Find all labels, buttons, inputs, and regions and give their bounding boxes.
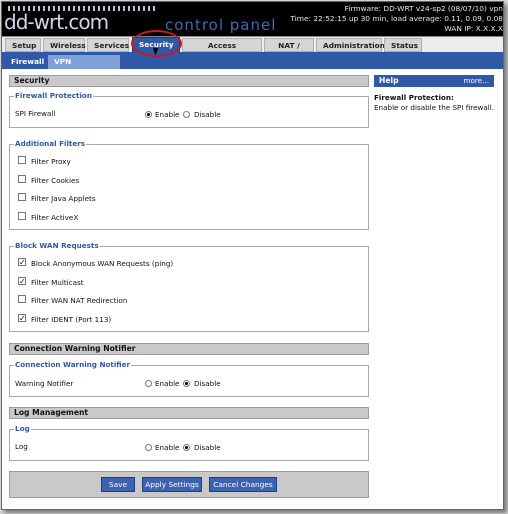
log-legend: Log (14, 424, 31, 434)
connection-warning-legend: Connection Warning Notifier (14, 360, 132, 370)
subtab-firewall[interactable]: Firewall (5, 55, 45, 69)
firewall-protection-legend: Firewall Protection (14, 91, 93, 101)
filter-wan-nat-redirection-label: Filter WAN NAT Redirection (31, 296, 128, 305)
filter-multicast-checkbox[interactable]: ✓ (18, 277, 26, 286)
tab-services[interactable]: Services (87, 38, 129, 52)
block-anonymous-wan-checkbox[interactable]: ✓ (18, 258, 26, 267)
spi-firewall-enable-label: Enable (155, 110, 180, 119)
control-panel-title: control panel (165, 16, 277, 34)
help-more-link[interactable]: more... (464, 75, 489, 87)
block-wan-requests-legend: Block WAN Requests (14, 241, 100, 251)
filter-wan-nat-redirection-checkbox[interactable] (18, 295, 26, 303)
save-button[interactable]: Save (101, 477, 135, 492)
additional-filters-legend: Additional Filters (14, 139, 87, 149)
help-title: Help (379, 76, 399, 85)
filter-proxy-label: Filter Proxy (31, 157, 71, 166)
spi-firewall-enable-radio[interactable] (145, 111, 152, 118)
warning-notifier-enable-radio[interactable] (145, 380, 152, 387)
warning-notifier-disable-radio[interactable] (183, 380, 190, 387)
cancel-changes-button[interactable]: Cancel Changes (209, 477, 277, 492)
connection-warning-section-title: Connection Warning Notifier (9, 343, 369, 355)
log-disable-label: Disable (194, 443, 221, 452)
time-text: Time: 22:52:15 up 30 min, load average: … (290, 14, 503, 23)
filter-ident-label: Filter IDENT (Port 113) (31, 315, 112, 324)
tab-administration[interactable]: Administration (316, 38, 385, 52)
action-bar: Save Apply Settings Cancel Changes (9, 471, 369, 498)
log-label: Log (15, 442, 28, 451)
warning-notifier-label: Warning Notifier (15, 379, 74, 388)
help-text: Enable or disable the SPI firewall. (374, 103, 495, 112)
warning-notifier-enable-label: Enable (155, 379, 180, 388)
apply-settings-button[interactable]: Apply Settings (142, 477, 202, 492)
spi-firewall-disable-radio[interactable] (183, 111, 190, 118)
wan-ip-text: WAN IP: X.X.X.X (444, 24, 503, 33)
log-group: Log Log Enable Disable (9, 424, 369, 461)
help-header: Help more... (374, 75, 494, 87)
log-disable-radio[interactable] (183, 444, 190, 451)
filter-activex-label: Filter ActiveX (31, 213, 79, 222)
tab-access-restrictions[interactable]: Access Restrictions (182, 38, 262, 64)
connection-warning-group: Connection Warning Notifier Warning Noti… (9, 360, 369, 397)
filter-java-applets-checkbox[interactable] (18, 193, 26, 201)
system-info: Firmware: DD-WRT v24-sp2 (08/07/10) vpn … (290, 4, 503, 34)
help-subtitle: Firewall Protection: (374, 93, 454, 102)
block-anonymous-wan-label: Block Anonymous WAN Requests (ping) (31, 259, 174, 268)
block-wan-requests-group: Block WAN Requests ✓ Block Anonymous WAN… (9, 241, 369, 332)
logo: dd-wrt.com (4, 10, 109, 34)
browser-frame: dd-wrt.com control panel Firmware: DD-WR… (1, 1, 504, 510)
firmware-text: Firmware: DD-WRT v24-sp2 (08/07/10) vpn (344, 4, 503, 13)
filter-java-applets-label: Filter Java Applets (31, 194, 96, 203)
filter-cookies-label: Filter Cookies (31, 176, 80, 185)
log-enable-radio[interactable] (145, 444, 152, 451)
filter-proxy-checkbox[interactable] (18, 156, 26, 164)
firewall-protection-group: Firewall Protection SPI Firewall Enable … (9, 91, 369, 128)
log-management-section-title: Log Management (9, 407, 369, 419)
additional-filters-group: Additional Filters Filter Proxy Filter C… (9, 139, 369, 230)
filter-activex-checkbox[interactable] (18, 212, 26, 220)
filter-cookies-checkbox[interactable] (18, 175, 26, 183)
tab-nat-qos[interactable]: NAT / QoS (264, 38, 314, 64)
filter-ident-checkbox[interactable]: ✓ (18, 314, 26, 323)
sub-tabs: Firewall VPN Passthrough (2, 52, 503, 80)
log-enable-label: Enable (155, 443, 180, 452)
warning-notifier-disable-label: Disable (194, 379, 221, 388)
tab-setup[interactable]: Setup (5, 38, 41, 52)
spi-firewall-label: SPI Firewall (15, 109, 56, 118)
spi-firewall-disable-label: Disable (194, 110, 221, 119)
tab-status[interactable]: Status (384, 38, 422, 52)
header: dd-wrt.com control panel Firmware: DD-WR… (2, 2, 503, 36)
security-section-title: Security (9, 75, 369, 87)
subtab-vpn-passthrough[interactable]: VPN Passthrough (48, 55, 120, 80)
filter-multicast-label: Filter Multicast (31, 278, 84, 287)
main-tabs: Setup Wireless Services Security Access … (2, 36, 503, 64)
tab-wireless[interactable]: Wireless (43, 38, 86, 52)
